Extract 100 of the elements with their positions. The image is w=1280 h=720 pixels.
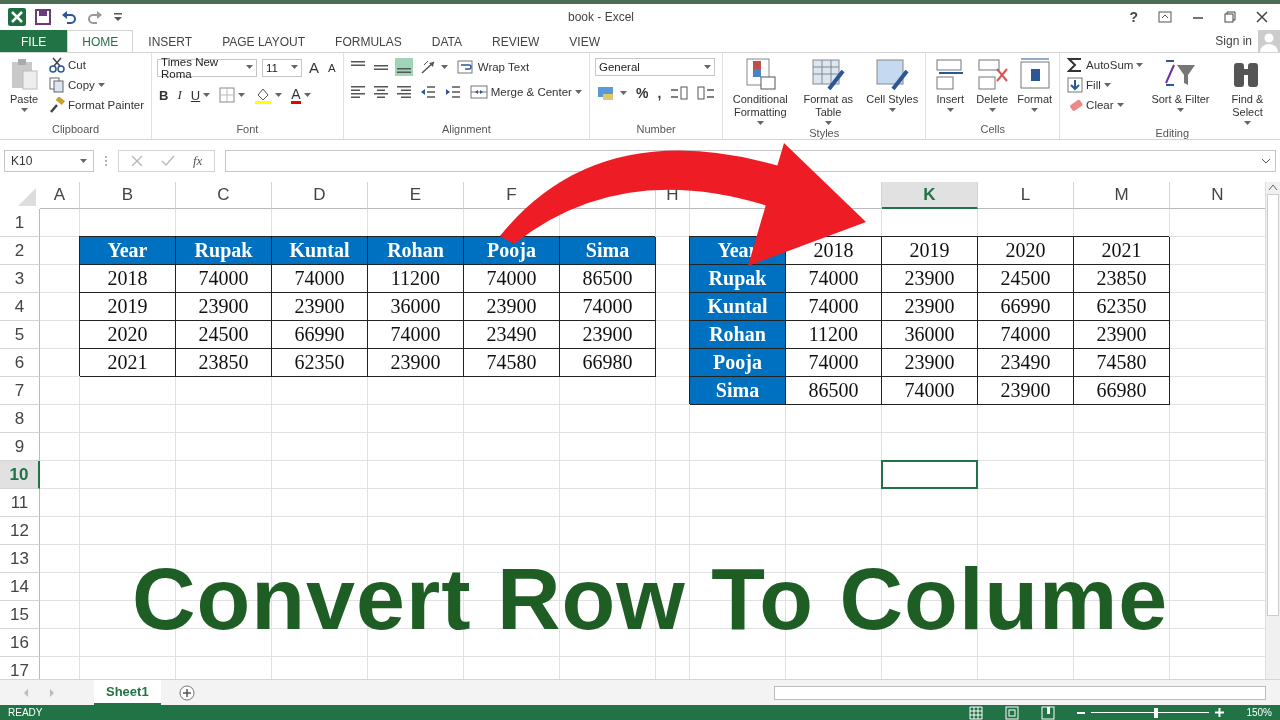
column-header[interactable]: E <box>368 182 464 209</box>
sign-in-link[interactable]: Sign in <box>1215 34 1252 48</box>
row-header[interactable]: 15 <box>0 601 40 629</box>
file-tab[interactable]: FILE <box>0 30 68 52</box>
column-header[interactable]: C <box>176 182 272 209</box>
ribbon-button[interactable]: Clear <box>1065 96 1146 114</box>
ribbon-tab[interactable]: REVIEW <box>477 30 555 52</box>
selected-cell[interactable] <box>881 460 978 489</box>
page-layout-icon[interactable] <box>1005 705 1020 720</box>
ribbon-tab[interactable]: HOME <box>67 30 134 53</box>
ribbon-button[interactable]: I <box>175 86 184 104</box>
row-header[interactable]: 7 <box>0 377 40 405</box>
ribbon-button[interactable]: Cell Styles <box>864 56 921 114</box>
ribbon-button[interactable]: Find & Select <box>1215 56 1280 127</box>
scrollbar-thumb[interactable] <box>1267 194 1279 616</box>
ribbon-button[interactable]: Paste <box>5 56 43 114</box>
row-header[interactable]: 11 <box>0 489 40 517</box>
horizontal-scrollbar[interactable] <box>774 685 1266 700</box>
slider-thumb[interactable] <box>1154 707 1159 718</box>
ribbon-button[interactable]: Format Painter <box>47 96 147 114</box>
column-header[interactable]: A <box>40 182 80 209</box>
ribbon-button[interactable] <box>217 86 248 104</box>
table-header-cell: Pooja <box>690 349 786 377</box>
column-header[interactable]: M <box>1074 182 1170 209</box>
ribbon-tab[interactable]: DATA <box>416 30 477 52</box>
ribbon-button[interactable]: % <box>633 84 651 102</box>
group-label: Number <box>636 123 676 137</box>
ribbon-button[interactable]: Wrap Text <box>454 59 532 75</box>
ribbon-button[interactable] <box>668 85 691 101</box>
add-sheet-icon[interactable] <box>178 684 195 701</box>
ribbon-button[interactable]: Sort & Filter <box>1149 56 1212 114</box>
ribbon-button[interactable]: , <box>655 84 664 102</box>
dropdown-field[interactable]: Times New Roma <box>157 58 258 77</box>
scroll-up-icon[interactable] <box>1267 182 1279 192</box>
dropdown-field[interactable]: 11 <box>262 58 303 77</box>
ribbon-button[interactable]: Cut <box>47 56 147 74</box>
ribbon-button[interactable]: B <box>157 86 171 104</box>
ribbon-button[interactable]: Fill <box>1065 76 1146 94</box>
wrap-text-icon <box>456 60 475 74</box>
caret-icon <box>988 108 996 113</box>
ribbon-button[interactable]: Format <box>1015 56 1055 114</box>
save-button[interactable] <box>34 8 52 26</box>
ribbon-button[interactable]: Conditional Formatting <box>728 56 793 127</box>
page-break-icon[interactable] <box>1041 705 1056 720</box>
sheet-tab[interactable]: Sheet1 <box>94 680 161 705</box>
restore-icon[interactable] <box>1224 11 1236 23</box>
row-header[interactable]: 2 <box>0 237 40 265</box>
column-header[interactable]: D <box>272 182 368 209</box>
name-box[interactable]: K10 <box>4 150 94 172</box>
row-header[interactable]: 16 <box>0 629 40 657</box>
ribbon-button[interactable]: A <box>326 60 338 75</box>
ribbon-button[interactable]: Copy <box>47 76 147 94</box>
table-cell: 23900 <box>882 349 978 377</box>
ribbon-button[interactable]: A <box>289 85 313 105</box>
row-header[interactable]: 8 <box>0 405 40 433</box>
row-header[interactable]: 4 <box>0 293 40 321</box>
row-header[interactable]: 12 <box>0 517 40 545</box>
column-header[interactable]: L <box>978 182 1074 209</box>
ribbon-tab[interactable]: VIEW <box>554 30 615 52</box>
row-header[interactable]: 14 <box>0 573 40 601</box>
close-icon[interactable] <box>1256 11 1268 23</box>
ribbon-button[interactable]: U <box>188 86 213 104</box>
table-cell: 86500 <box>786 377 882 405</box>
ribbon-button[interactable]: Delete <box>973 56 1012 114</box>
row-header[interactable]: 10 <box>0 461 40 489</box>
zoom-out-icon[interactable] <box>1077 711 1086 714</box>
ribbon-button[interactable]: Format as Table <box>796 56 861 127</box>
ribbon-button[interactable] <box>394 85 413 99</box>
column-header[interactable]: K <box>882 182 978 209</box>
ribbon-button[interactable]: Merge & Center <box>467 84 584 100</box>
ribbon-tab[interactable]: INSERT <box>133 30 208 52</box>
ribbon-display-icon[interactable] <box>1158 11 1172 23</box>
row-header[interactable]: 6 <box>0 349 40 377</box>
ribbon-button[interactable] <box>394 58 413 76</box>
ribbon-tab[interactable]: PAGE LAYOUT <box>207 30 321 52</box>
row-header[interactable]: 1 <box>0 209 40 237</box>
row-header[interactable]: 9 <box>0 433 40 461</box>
insert-function-button[interactable]: fx <box>193 153 203 169</box>
zoom-in-icon[interactable] <box>1215 708 1225 717</box>
row-header[interactable]: 3 <box>0 265 40 293</box>
column-header[interactable]: B <box>80 182 176 209</box>
undo-button[interactable] <box>60 8 78 26</box>
ribbon-button[interactable] <box>348 85 367 99</box>
dropdown-field[interactable]: General <box>594 58 715 76</box>
decrease-indent-icon <box>419 85 436 99</box>
ribbon-button[interactable]: Insert <box>931 56 970 114</box>
row-header[interactable]: 13 <box>0 545 40 573</box>
ribbon-tab[interactable]: FORMULAS <box>320 30 417 52</box>
help-button[interactable]: ? <box>1129 9 1138 25</box>
ribbon-button[interactable]: A <box>307 58 322 77</box>
expand-icon[interactable] <box>1261 158 1271 164</box>
table-cell: 23900 <box>176 293 272 321</box>
check-icon[interactable] <box>161 155 175 167</box>
redo-button[interactable] <box>86 8 104 26</box>
ribbon-button[interactable] <box>371 85 390 99</box>
customize-button[interactable] <box>112 10 124 24</box>
caret-icon <box>80 158 87 164</box>
normal-view-icon[interactable] <box>969 705 984 720</box>
row-header[interactable]: 5 <box>0 321 40 349</box>
ribbon-button[interactable]: AutoSum <box>1065 56 1146 74</box>
